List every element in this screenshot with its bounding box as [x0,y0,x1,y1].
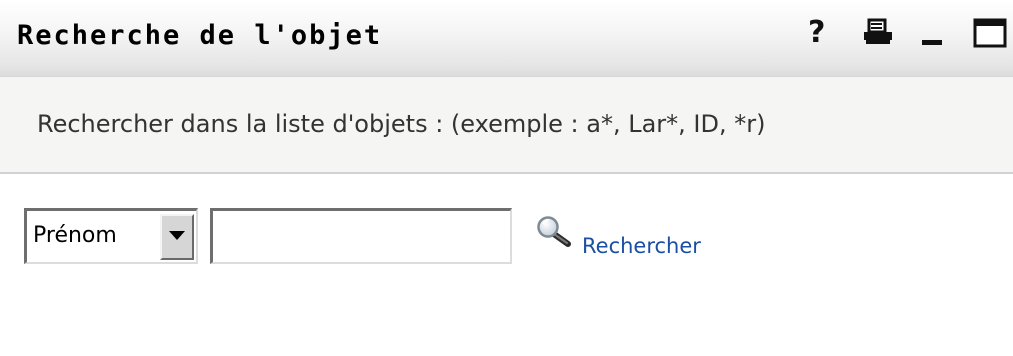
portlet-titlebar: Recherche de l'objet ? [0,0,1013,77]
search-instruction: Rechercher dans la liste d'objets : (exe… [37,110,766,138]
magnifier-icon [534,214,576,256]
instruction-bar: Rechercher dans la liste d'objets : (exe… [0,77,1013,174]
attribute-select[interactable]: Prénom [24,208,198,264]
dropdown-arrow-button[interactable] [160,214,194,260]
print-icon[interactable] [862,18,894,48]
search-button-label: Rechercher [582,234,701,258]
portlet-title: Recherche de l'objet [17,20,383,51]
maximize-icon[interactable] [973,18,1007,48]
search-input[interactable] [210,208,512,264]
chevron-down-icon [169,231,185,240]
object-search-portlet: Recherche de l'objet ? Rechercher dans l… [0,0,1013,356]
search-form: Prénom Rechercher [0,208,1013,270]
attribute-select-value: Prénom [33,223,117,248]
help-icon[interactable]: ? [808,17,825,49]
minimize-icon[interactable] [920,18,946,48]
